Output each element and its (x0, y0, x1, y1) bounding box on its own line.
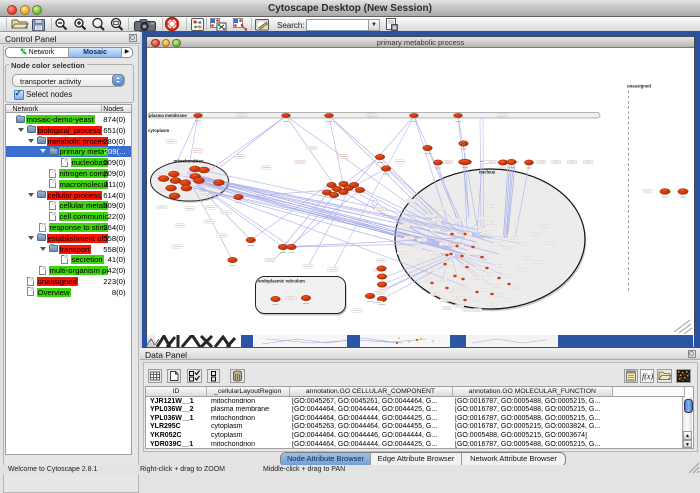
svg-text:plasma membrane: plasma membrane (149, 113, 187, 118)
svg-text:cytoplasm: cytoplasm (148, 128, 169, 133)
svg-text:unassigned: unassigned (627, 83, 651, 88)
svg-text:nucleus: nucleus (479, 169, 496, 174)
svg-text:mitochondrion: mitochondrion (174, 158, 204, 163)
svg-text:f(x): f(x) (642, 372, 653, 381)
svg-text:endoplasmic reticulum: endoplasmic reticulum (258, 278, 305, 283)
